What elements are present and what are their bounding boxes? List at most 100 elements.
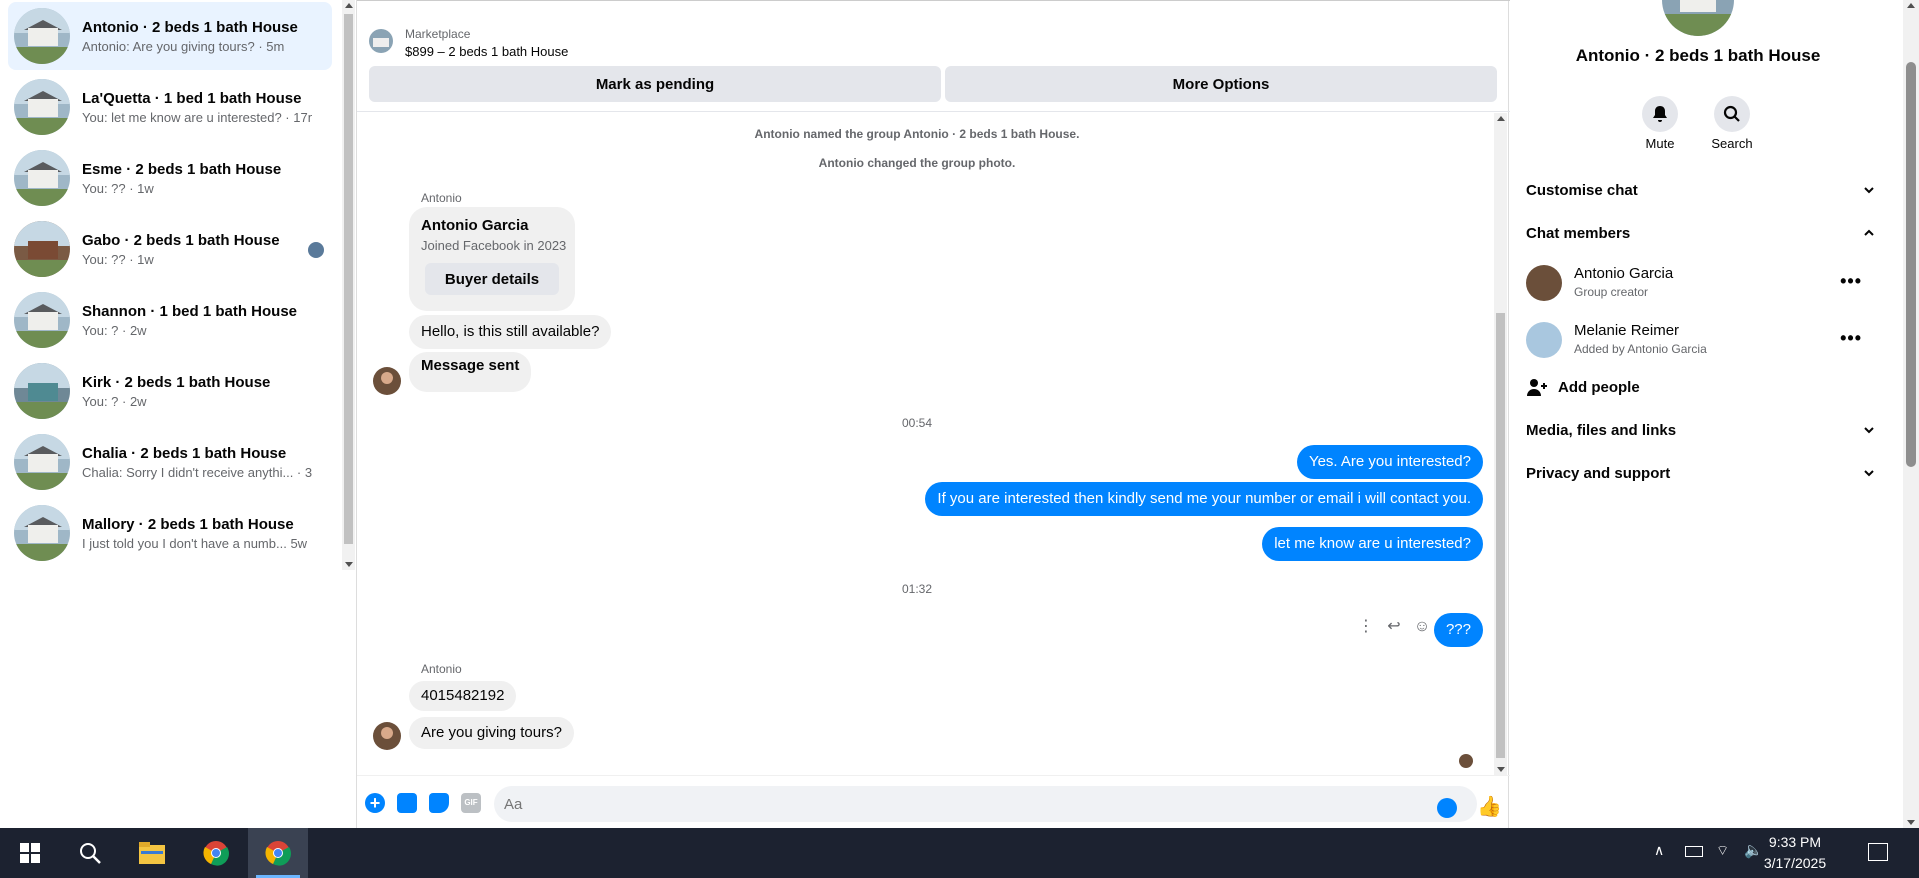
- chat-scrollbar[interactable]: [1494, 113, 1507, 775]
- conversation-list-scrollbar[interactable]: [342, 0, 355, 570]
- conversation-item-gabo[interactable]: Gabo · 2 beds 1 bath House You: ?? · 1w: [8, 215, 332, 283]
- conversation-name: Chalia · 2 beds 1 bath House: [82, 444, 287, 462]
- member-avatar[interactable]: [1526, 322, 1562, 358]
- conversation-item-mallory[interactable]: Mallory · 2 beds 1 bath House I just told…: [8, 499, 332, 567]
- add-people-button[interactable]: Add people: [1526, 376, 1826, 400]
- conversation-list: Antonio · 2 beds 1 bath House Antonio: Ar…: [0, 0, 340, 570]
- read-receipt-avatar: [1459, 754, 1473, 768]
- conversation-item-chalia[interactable]: Chalia · 2 beds 1 bath House Chalia: Sorr…: [8, 428, 332, 496]
- outgoing-message[interactable]: ???: [1433, 613, 1483, 647]
- thumbs-up-icon[interactable]: 👍: [1477, 796, 1502, 818]
- timestamp: 00:54: [901, 416, 933, 430]
- seen-avatar-icon: [308, 242, 324, 258]
- sender-avatar[interactable]: [373, 722, 401, 750]
- chrome-taskbar-button-active[interactable]: [248, 828, 308, 878]
- incoming-message[interactable]: Are you giving tours?: [409, 717, 574, 749]
- message-input[interactable]: [494, 786, 1477, 822]
- mute-label: Mute: [1645, 136, 1675, 151]
- scroll-up-icon[interactable]: [1907, 3, 1915, 8]
- conversation-preview: You: ? · 2w: [82, 322, 147, 338]
- marketplace-label: Marketplace: [405, 27, 471, 41]
- outgoing-message[interactable]: Yes. Are you interested?: [1296, 445, 1483, 479]
- sender-avatar[interactable]: [373, 367, 401, 395]
- member-role: Added by Antonio Garcia: [1574, 342, 1707, 356]
- mark-as-pending-button[interactable]: Mark as pending: [369, 66, 941, 102]
- scrollbar-thumb[interactable]: [1496, 313, 1505, 758]
- media-files-section[interactable]: Media, files and links: [1526, 419, 1874, 443]
- member-avatar[interactable]: [1526, 265, 1562, 301]
- conversation-name: Kirk · 2 beds 1 bath House: [82, 373, 271, 391]
- search-icon: [1723, 105, 1740, 122]
- section-label: Chat members: [1526, 225, 1631, 242]
- chevron-up-icon: [1864, 229, 1874, 236]
- reply-icon[interactable]: ↩: [1385, 618, 1403, 636]
- chat-members-section[interactable]: Chat members: [1526, 222, 1874, 246]
- chrome-taskbar-button[interactable]: [186, 828, 246, 878]
- more-options-icon[interactable]: •••: [1840, 328, 1862, 349]
- buyer-details-button[interactable]: Buyer details: [425, 263, 559, 295]
- conversation-name: Gabo · 2 beds 1 bath House: [82, 231, 280, 249]
- outgoing-message[interactable]: If you are interested then kindly send m…: [925, 482, 1483, 516]
- incoming-message[interactable]: 4015482192: [409, 681, 517, 711]
- chevron-up-icon[interactable]: ∧: [1654, 842, 1664, 859]
- scrollbar-thumb[interactable]: [1906, 62, 1916, 467]
- notification-center-icon[interactable]: [1868, 843, 1888, 861]
- folder-icon: [139, 842, 165, 864]
- scroll-up-icon[interactable]: [345, 3, 353, 8]
- listing-thumbnail: [14, 363, 70, 419]
- file-explorer-button[interactable]: [122, 828, 182, 878]
- wifi-icon[interactable]: ⌔: [1716, 842, 1729, 860]
- member-row[interactable]: Melanie Reimer Added by Antonio Garcia •…: [1526, 318, 1874, 364]
- scroll-up-icon[interactable]: [1497, 116, 1505, 121]
- search-label: Search: [1711, 136, 1753, 151]
- customise-chat-section[interactable]: Customise chat: [1526, 179, 1874, 203]
- listing-thumbnail: [14, 505, 70, 561]
- clock-date[interactable]: 3/17/2025: [1745, 855, 1845, 871]
- incoming-message[interactable]: Message sent: [409, 352, 532, 392]
- conversation-item-kirk[interactable]: Kirk · 2 beds 1 bath House You: ? · 2w: [8, 357, 332, 425]
- sticker-icon[interactable]: [429, 793, 449, 813]
- timestamp: 01:32: [901, 582, 933, 596]
- privacy-support-section[interactable]: Privacy and support: [1526, 462, 1874, 486]
- listing-title[interactable]: $899 – 2 beds 1 bath House: [405, 44, 568, 59]
- plus-icon[interactable]: +: [365, 793, 385, 813]
- conversation-item-shannon[interactable]: Shannon · 1 bed 1 bath House You: ? · 2w: [8, 286, 332, 354]
- outgoing-message[interactable]: let me know are u interested?: [1262, 527, 1483, 561]
- listing-thumbnail: [14, 221, 70, 277]
- conversation-preview: You: ?? · 1w: [82, 251, 154, 267]
- conversation-preview: Chalia: Sorry I didn't receive anythi...…: [82, 464, 312, 480]
- listing-thumbnail: [14, 79, 70, 135]
- buyer-joined: Joined Facebook in 2023: [421, 238, 567, 253]
- mute-button[interactable]: [1642, 96, 1678, 132]
- scrollbar-thumb[interactable]: [344, 14, 353, 544]
- clock-time[interactable]: 9:33 PM: [1745, 834, 1845, 850]
- conversation-item-laquetta[interactable]: La'Quetta · 1 bed 1 bath House You: let m…: [8, 73, 332, 141]
- scroll-down-icon[interactable]: [1907, 820, 1915, 825]
- start-button[interactable]: [0, 828, 60, 878]
- react-icon[interactable]: ☺: [1413, 618, 1431, 636]
- emoji-icon[interactable]: [1437, 798, 1457, 818]
- more-icon[interactable]: ⋮: [1357, 618, 1375, 636]
- conversation-preview: I just told you I don't have a numb... 5…: [82, 535, 308, 551]
- group-photo[interactable]: [1662, 0, 1734, 36]
- listing-thumbnail: [14, 434, 70, 490]
- add-people-label: Add people: [1558, 379, 1640, 396]
- scroll-down-icon[interactable]: [345, 562, 353, 567]
- gif-icon[interactable]: GIF: [461, 793, 481, 813]
- taskbar-search-button[interactable]: [60, 828, 120, 878]
- scroll-down-icon[interactable]: [1497, 767, 1505, 772]
- system-message: Antonio named the group Antonio · 2 beds…: [754, 127, 1080, 141]
- search-button[interactable]: [1714, 96, 1750, 132]
- more-options-icon[interactable]: •••: [1840, 271, 1862, 292]
- sender-name: Antonio: [421, 662, 462, 676]
- more-options-button[interactable]: More Options: [945, 66, 1497, 102]
- member-row[interactable]: Antonio Garcia Group creator •••: [1526, 261, 1874, 307]
- conversation-item-esme[interactable]: Esme · 2 beds 1 bath House You: ?? · 1w: [8, 144, 332, 212]
- page-scrollbar[interactable]: [1903, 0, 1919, 828]
- chat-panel: Marketplace $899 – 2 beds 1 bath House M…: [356, 0, 1510, 828]
- conversation-item-antonio[interactable]: Antonio · 2 beds 1 bath House Antonio: Ar…: [8, 2, 332, 70]
- chrome-icon: [203, 841, 229, 866]
- battery-icon[interactable]: [1685, 846, 1703, 857]
- image-icon[interactable]: [397, 793, 417, 813]
- incoming-message[interactable]: Hello, is this still available?: [409, 315, 612, 349]
